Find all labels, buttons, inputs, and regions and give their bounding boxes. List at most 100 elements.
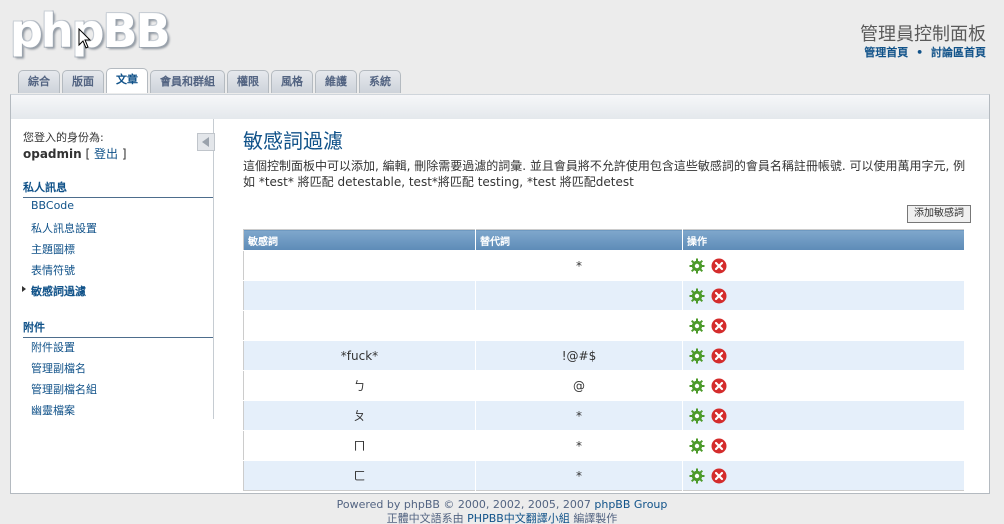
- logout-bracket-open: [: [85, 147, 91, 161]
- translation-team-link[interactable]: PHPBB中文翻譯小組: [467, 512, 570, 524]
- mouse-cursor-icon: [78, 28, 92, 49]
- sidebar-item-extensions[interactable]: 管理副檔名: [31, 360, 86, 376]
- phpbb-group-link[interactable]: phpBB Group: [594, 498, 667, 511]
- tab-users-groups[interactable]: 會員和群組: [150, 70, 225, 93]
- replacement-cell: *: [475, 400, 683, 431]
- collapse-arrow-icon[interactable]: [197, 133, 215, 151]
- active-arrow-icon: [22, 286, 26, 292]
- login-user: opadmin [ 登出 ]: [23, 145, 127, 162]
- delete-icon[interactable]: [711, 468, 727, 484]
- table-row: [243, 310, 965, 341]
- sidebar-item-topic-icons[interactable]: 主題圖標: [31, 241, 75, 257]
- gear-icon[interactable]: [689, 468, 705, 484]
- tab-system[interactable]: 系統: [359, 70, 401, 93]
- actions-cell: [682, 460, 965, 491]
- add-word-button[interactable]: 添加敏感詞: [907, 205, 971, 223]
- censor-word-cell: ㄈ: [243, 460, 476, 491]
- gear-icon[interactable]: [689, 288, 705, 304]
- censor-word-cell: [243, 250, 476, 281]
- replacement-cell: [475, 310, 683, 341]
- actions-cell: [682, 280, 965, 311]
- replacement-cell: *: [475, 460, 683, 491]
- actions-cell: [682, 400, 965, 431]
- sidebar-item-label: 敏感詞過濾: [31, 285, 86, 298]
- gear-icon[interactable]: [689, 408, 705, 424]
- acp-title: 管理員控制面板: [860, 24, 986, 45]
- footer-translation-prefix: 正體中文語系由: [386, 512, 464, 524]
- gear-icon[interactable]: [689, 348, 705, 364]
- tab-styles[interactable]: 風格: [271, 70, 313, 93]
- main-content: 敏感詞過濾 這個控制面板中可以添加, 編輯, 刪除需要過濾的詞彙. 並且會員將不…: [243, 125, 971, 223]
- tab-maintenance[interactable]: 維護: [315, 70, 357, 93]
- censor-word-cell: [243, 280, 476, 311]
- delete-icon[interactable]: [711, 438, 727, 454]
- panel-topbar: [11, 95, 989, 119]
- sidebar-section-private-messages: 私人訊息: [23, 179, 213, 198]
- tab-posting[interactable]: 文章: [106, 68, 148, 93]
- sidebar-item-attachment-settings[interactable]: 附件設置: [31, 339, 75, 355]
- table-row: [243, 280, 965, 311]
- sidebar: 您登入的身份為: opadmin [ 登出 ] 私人訊息 BBCode 私人訊息…: [11, 119, 215, 419]
- gear-icon[interactable]: [689, 378, 705, 394]
- delete-icon[interactable]: [711, 318, 727, 334]
- main-panel: 您登入的身份為: opadmin [ 登出 ] 私人訊息 BBCode 私人訊息…: [10, 94, 990, 494]
- tab-general[interactable]: 綜合: [18, 70, 60, 93]
- table-row: *: [243, 250, 965, 281]
- tab-forums[interactable]: 版面: [62, 70, 104, 93]
- delete-icon[interactable]: [711, 408, 727, 424]
- logout-link[interactable]: 登出: [94, 147, 118, 161]
- gear-icon[interactable]: [689, 258, 705, 274]
- actions-cell: [682, 310, 965, 341]
- sidebar-item-bbcode[interactable]: BBCode: [31, 199, 74, 212]
- censor-table: 敏感詞 替代詞 操作 * *fuck* !@#$ ㄅ @ ㄆ * ㄇ * ㄈ *: [243, 229, 965, 491]
- delete-icon[interactable]: [711, 378, 727, 394]
- footer-line-1: Powered by phpBB © 2000, 2002, 2005, 200…: [0, 498, 1004, 512]
- actions-cell: [682, 430, 965, 461]
- logged-in-label: 您登入的身份為:: [23, 131, 104, 144]
- delete-icon[interactable]: [711, 258, 727, 274]
- board-index-link[interactable]: 討論區首頁: [931, 46, 986, 59]
- gear-icon[interactable]: [689, 318, 705, 334]
- censor-word-cell: ㄆ: [243, 400, 476, 431]
- header-actions: 操作: [682, 229, 965, 251]
- actions-cell: [682, 340, 965, 371]
- sidebar-item-smilies[interactable]: 表情符號: [31, 262, 75, 278]
- replacement-cell: *: [475, 430, 683, 461]
- replacement-cell: [475, 280, 683, 311]
- header-replacement: 替代詞: [475, 229, 683, 251]
- delete-icon[interactable]: [711, 288, 727, 304]
- link-separator: •: [916, 46, 924, 59]
- table-row: ㄆ *: [243, 400, 965, 431]
- sidebar-item-pm-settings[interactable]: 私人訊息設置: [31, 220, 97, 236]
- delete-icon[interactable]: [711, 348, 727, 364]
- footer-translation-suffix: 編譯製作: [573, 512, 618, 524]
- censor-word-cell: [243, 310, 476, 341]
- page-title: 敏感詞過濾: [243, 129, 343, 153]
- acp-window: phpBB 管理員控制面板 管理首頁 • 討論區首頁 綜合 版面 文章 會員和群…: [0, 0, 1004, 524]
- logout-bracket-close: ]: [121, 147, 127, 161]
- table-row: ㄅ @: [243, 370, 965, 401]
- footer: Powered by phpBB © 2000, 2002, 2005, 200…: [0, 498, 1004, 524]
- footer-powered-by: Powered by phpBB © 2000, 2002, 2005, 200…: [336, 498, 591, 511]
- header-word: 敏感詞: [243, 229, 476, 251]
- table-header-row: 敏感詞 替代詞 操作: [243, 229, 965, 251]
- table-row: *fuck* !@#$: [243, 340, 965, 371]
- main-tabs: 綜合 版面 文章 會員和群組 權限 風格 維護 系統: [18, 68, 403, 93]
- table-row: ㄇ *: [243, 430, 965, 461]
- tab-permissions[interactable]: 權限: [227, 70, 269, 93]
- censor-word-cell: *fuck*: [243, 340, 476, 371]
- sidebar-item-word-censor[interactable]: 敏感詞過濾: [22, 283, 86, 299]
- actions-cell: [682, 370, 965, 401]
- sidebar-item-orphaned[interactable]: 幽靈檔案: [31, 402, 75, 418]
- header-links: 管理首頁 • 討論區首頁: [864, 44, 986, 60]
- gear-icon[interactable]: [689, 438, 705, 454]
- sidebar-item-extension-groups[interactable]: 管理副檔名組: [31, 381, 97, 397]
- replacement-cell: @: [475, 370, 683, 401]
- page-description: 這個控制面板中可以添加, 編輯, 刪除需要過濾的詞彙. 並且會員將不允許使用包含…: [243, 159, 966, 189]
- acp-home-link[interactable]: 管理首頁: [864, 46, 908, 59]
- sidebar-section-attachments: 附件: [23, 319, 213, 338]
- censor-word-cell: ㄇ: [243, 430, 476, 461]
- replacement-cell: !@#$: [475, 340, 683, 371]
- actions-cell: [682, 250, 965, 281]
- footer-line-2: 正體中文語系由 PHPBB中文翻譯小組 編譯製作: [0, 512, 1004, 524]
